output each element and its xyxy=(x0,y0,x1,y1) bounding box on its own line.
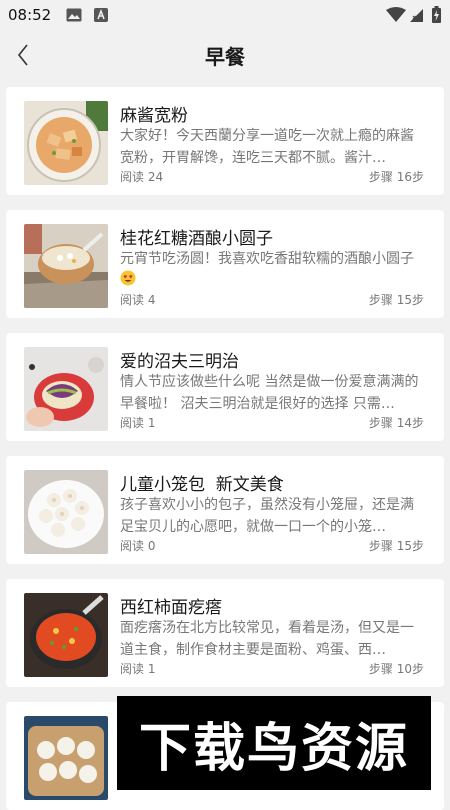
read-label: 阅读 xyxy=(120,293,145,307)
recipe-thumbnail xyxy=(24,224,108,308)
recipe-title: 儿童小笼包 新文美食 xyxy=(120,475,284,495)
steps-value: 15步 xyxy=(396,293,424,307)
read-count: 阅读 1 xyxy=(120,660,155,677)
read-label: 阅读 xyxy=(120,416,145,430)
page-title: 早餐 xyxy=(205,45,245,69)
app-header: 早餐 xyxy=(0,30,450,80)
heart-eyes-emoji-icon xyxy=(120,270,136,292)
step-count: 步骤 15步 xyxy=(369,291,424,308)
recipe-description: 元宵节吃汤圆！我喜欢吃香甜软糯的酒酿小圆子 xyxy=(120,248,426,292)
recipe-card[interactable]: 桂花红糖酒酿小圆子 元宵节吃汤圆！我喜欢吃香甜软糯的酒酿小圆子 阅读 4 步骤 … xyxy=(6,210,444,318)
read-count-value: 4 xyxy=(147,293,156,307)
steps-value: 16步 xyxy=(396,170,424,184)
recipe-thumbnail xyxy=(24,593,108,677)
read-count: 阅读 4 xyxy=(120,291,155,308)
read-label: 阅读 xyxy=(120,539,145,553)
read-count-value: 0 xyxy=(147,539,156,553)
recipe-card[interactable]: 麻酱宽粉 大家好！今天西蘭分享一道吃一次就上瘾的麻酱宽粉，开胃解馋，连吃三天都不… xyxy=(6,87,444,195)
steps-label: 步骤 xyxy=(368,170,393,184)
recipe-thumbnail xyxy=(24,716,108,800)
recipe-title: 西红柿面疙瘩 xyxy=(120,598,222,618)
steps-value: 15步 xyxy=(396,539,424,553)
recipe-card[interactable]: 西红柿面疙瘩 面疙瘩汤在北方比较常见，看着是汤，但又是一道主食，制作食材主要是面… xyxy=(6,579,444,687)
signal-icon xyxy=(410,7,424,27)
recipe-thumbnail xyxy=(24,347,108,431)
step-count: 步骤 15步 xyxy=(369,537,424,554)
recipe-title: 桂花红糖酒酿小圆子 xyxy=(120,229,273,249)
steps-label: 步骤 xyxy=(368,416,393,430)
read-label: 阅读 xyxy=(120,170,145,184)
read-count: 阅读 0 xyxy=(120,537,155,554)
steps-value: 14步 xyxy=(396,416,424,430)
steps-label: 步骤 xyxy=(368,662,393,676)
recipe-thumbnail xyxy=(24,470,108,554)
recipe-title: 爱的沼夫三明治 xyxy=(120,352,239,372)
read-count: 阅读 1 xyxy=(120,414,155,431)
step-count: 步骤 10步 xyxy=(369,660,424,677)
recipe-thumbnail xyxy=(24,101,108,185)
step-count: 步骤 14步 xyxy=(369,414,424,431)
status-time: 08:52 xyxy=(8,6,52,24)
recipe-description: 大家好！今天西蘭分享一道吃一次就上瘾的麻酱宽粉，开胃解馋，连吃三天都不腻。酱汁… xyxy=(120,128,414,166)
watermark-overlay: 下载鸟资源 xyxy=(117,696,431,790)
read-count-value: 1 xyxy=(147,662,156,676)
recipe-card[interactable]: 爱的沼夫三明治 情人节应该做些什么呢 当然是做一份爱意满满的早餐啦！ 沼夫三明治… xyxy=(6,333,444,441)
wifi-icon xyxy=(386,7,406,27)
recipe-description: 孩子喜欢小小的包子，虽然没有小笼屉，还是满足宝贝儿的心愿吧，就做一口一个的小笼… xyxy=(120,497,414,535)
steps-label: 步骤 xyxy=(368,293,393,307)
read-count: 阅读 24 xyxy=(120,168,163,185)
recipe-description: 面疙瘩汤在北方比较常见，看着是汤，但又是一道主食，制作食材主要是面粉、鸡蛋、西… xyxy=(120,620,414,658)
read-label: 阅读 xyxy=(120,662,145,676)
read-count-value: 1 xyxy=(147,416,156,430)
image-notification-icon xyxy=(66,8,82,26)
read-count-value: 24 xyxy=(147,170,164,184)
steps-value: 10步 xyxy=(396,662,424,676)
font-notification-icon xyxy=(94,8,108,26)
recipe-description-text: 元宵节吃汤圆！我喜欢吃香甜软糯的酒酿小圆子 xyxy=(120,251,414,267)
recipe-title: 麻酱宽粉 xyxy=(120,106,188,126)
steps-label: 步骤 xyxy=(368,539,393,553)
battery-icon xyxy=(432,6,441,27)
step-count: 步骤 16步 xyxy=(369,168,424,185)
recipe-description: 情人节应该做些什么呢 当然是做一份爱意满满的早餐啦！ 沼夫三明治就是很好的选择 … xyxy=(120,374,419,412)
recipe-card[interactable]: 儿童小笼包 新文美食 孩子喜欢小小的包子，虽然没有小笼屉，还是满足宝贝儿的心愿吧… xyxy=(6,456,444,564)
status-bar: 08:52 xyxy=(0,0,450,30)
